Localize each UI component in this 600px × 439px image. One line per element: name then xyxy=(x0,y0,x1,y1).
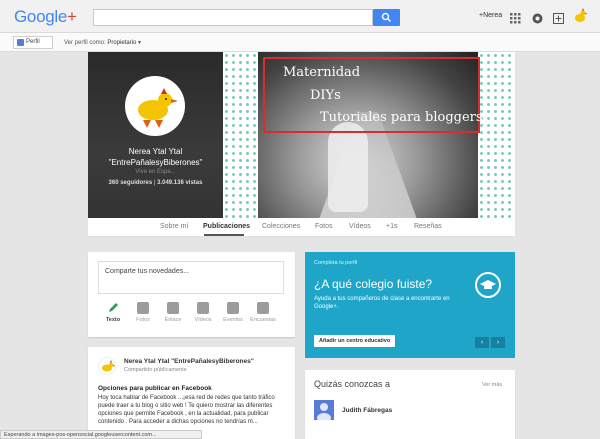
people-suggestions-card: Quizás conozcas a Ver más Judith Fábrega… xyxy=(305,370,515,439)
complete-profile-label: Completa tu perfil xyxy=(314,260,358,266)
person-icon xyxy=(317,403,331,423)
cover-pattern-left xyxy=(223,52,258,218)
logo-plus: + xyxy=(67,7,77,26)
complete-profile-card: Completa tu perfil ¿A qué colegio fuiste… xyxy=(305,252,515,358)
compose-videos-button[interactable]: Vídeos xyxy=(188,302,218,323)
compose-text-button[interactable]: Texto xyxy=(98,302,128,323)
view-as-label: Ver perfil como: xyxy=(64,40,106,46)
user-link[interactable]: +Nerea xyxy=(479,12,502,19)
video-icon xyxy=(197,302,209,314)
top-bar: Google+ +Nerea xyxy=(0,0,600,33)
person-icon xyxy=(17,39,24,46)
poll-icon xyxy=(257,302,269,314)
tab-photos[interactable]: Fotos xyxy=(315,223,333,230)
profile-tabs: Sobre mí Publicaciones Colecciones Fotos… xyxy=(88,218,515,237)
chick-avatar-icon xyxy=(138,88,178,128)
compose-link-label: Enlace xyxy=(164,317,182,323)
post-author-name[interactable]: Nerea Ytal Ytal "EntrePañalesyBiberones" xyxy=(124,358,254,365)
profile-button[interactable]: Perfil xyxy=(13,36,53,49)
compose-events-button[interactable]: Eventos xyxy=(218,302,248,323)
profile-name-line2: "EntrePañalesyBiberones" xyxy=(108,158,203,167)
compose-polls-button[interactable]: Encuestas xyxy=(248,302,278,323)
compose-events-label: Eventos xyxy=(223,317,243,323)
compose-text-label: Texto xyxy=(105,317,121,323)
see-more-link[interactable]: Ver más xyxy=(482,382,502,388)
view-as-value: Propietario xyxy=(107,40,137,46)
person-avatar[interactable] xyxy=(314,400,334,423)
link-icon xyxy=(167,302,179,314)
search-button[interactable] xyxy=(373,9,400,26)
tab-plus-ones[interactable]: +1s xyxy=(386,223,397,230)
suggested-person-name[interactable]: Judith Fábregas xyxy=(342,407,392,414)
tab-reviews[interactable]: Reseñas xyxy=(414,223,442,230)
profile-cover: Nerea Ytal Ytal "EntrePañalesyBiberones"… xyxy=(88,52,515,218)
compose-photos-button[interactable]: Fotos xyxy=(128,302,158,323)
profile-name: Nerea Ytal Ytal "EntrePañalesyBiberones" xyxy=(88,146,223,168)
previous-arrow-icon[interactable]: ‹ xyxy=(475,337,489,348)
calendar-icon xyxy=(227,302,239,314)
profile-button-label: Perfil xyxy=(26,39,40,45)
camera-icon xyxy=(137,302,149,314)
active-tab-indicator xyxy=(204,234,244,236)
chevron-down-icon: ▾ xyxy=(138,40,142,46)
cover-text-diys: DIYs xyxy=(310,88,341,103)
search-icon xyxy=(381,12,391,22)
cover-photo-child xyxy=(328,122,368,212)
post-card: Nerea Ytal Ytal "EntrePañalesyBiberones"… xyxy=(88,347,295,439)
complete-profile-description: Ayuda a tus compañeros de clase a encont… xyxy=(314,296,450,310)
tab-about[interactable]: Sobre mí xyxy=(160,223,188,230)
compose-polls-label: Encuestas xyxy=(250,317,276,323)
views-count: 3.049.136 vistas xyxy=(157,180,203,186)
tab-posts[interactable]: Publicaciones xyxy=(203,223,250,230)
browser-status-bar: Esperando a images-pos-opensocial.google… xyxy=(0,430,202,439)
stats-separator: | xyxy=(153,180,156,186)
google-plus-logo[interactable]: Google+ xyxy=(14,7,77,27)
pencil-icon xyxy=(109,303,118,312)
post-title[interactable]: Opciones para publicar en Facebook xyxy=(98,385,212,392)
tab-collections[interactable]: Colecciones xyxy=(262,223,300,230)
compose-card: Comparte tus novedades... Texto Fotos En… xyxy=(88,252,295,337)
compose-input[interactable]: Comparte tus novedades... xyxy=(98,261,284,294)
view-as-selector[interactable]: Ver perfil como: Propietario ▾ xyxy=(64,39,141,46)
cover-pattern-right xyxy=(478,52,515,218)
chick-avatar-icon xyxy=(102,360,115,372)
post-visibility: Compartido públicamente xyxy=(124,367,187,373)
post-author-avatar[interactable] xyxy=(98,357,116,375)
add-school-button[interactable]: Añadir un centro educativo xyxy=(314,335,396,347)
graduation-cap-icon xyxy=(475,272,501,298)
notifications-icon[interactable] xyxy=(532,11,543,24)
profile-avatar[interactable] xyxy=(125,76,185,136)
account-avatar-icon[interactable] xyxy=(572,8,588,24)
followers-count[interactable]: 360 seguidores xyxy=(109,180,153,186)
logo-text: Google xyxy=(14,7,68,26)
profile-name-line1: Nerea Ytal Ytal xyxy=(128,147,183,156)
post-body: Hoy toca hablar de Facebook ...¡esa red … xyxy=(98,395,275,425)
compose-photos-label: Fotos xyxy=(136,317,150,323)
suggestions-title: Quizás conozcas a xyxy=(314,379,391,389)
cover-text-maternidad: Maternidad xyxy=(283,65,361,80)
profile-info-panel: Nerea Ytal Ytal "EntrePañalesyBiberones"… xyxy=(88,52,223,218)
profile-location: Vive en Espa... xyxy=(135,169,176,175)
search-input[interactable] xyxy=(93,9,373,26)
complete-profile-question: ¿A qué colegio fuiste? xyxy=(314,277,433,291)
profile-stats: 360 seguidores | 3.049.136 vistas xyxy=(88,180,223,186)
apps-grid-icon[interactable] xyxy=(510,11,521,24)
next-arrow-icon[interactable]: › xyxy=(491,337,505,348)
share-add-icon[interactable] xyxy=(553,11,564,24)
compose-link-button[interactable]: Enlace xyxy=(158,302,188,323)
cover-text-tutoriales: Tutoriales para bloggers xyxy=(320,110,483,125)
tab-videos[interactable]: Vídeos xyxy=(349,223,371,230)
compose-videos-label: Vídeos xyxy=(194,317,212,323)
